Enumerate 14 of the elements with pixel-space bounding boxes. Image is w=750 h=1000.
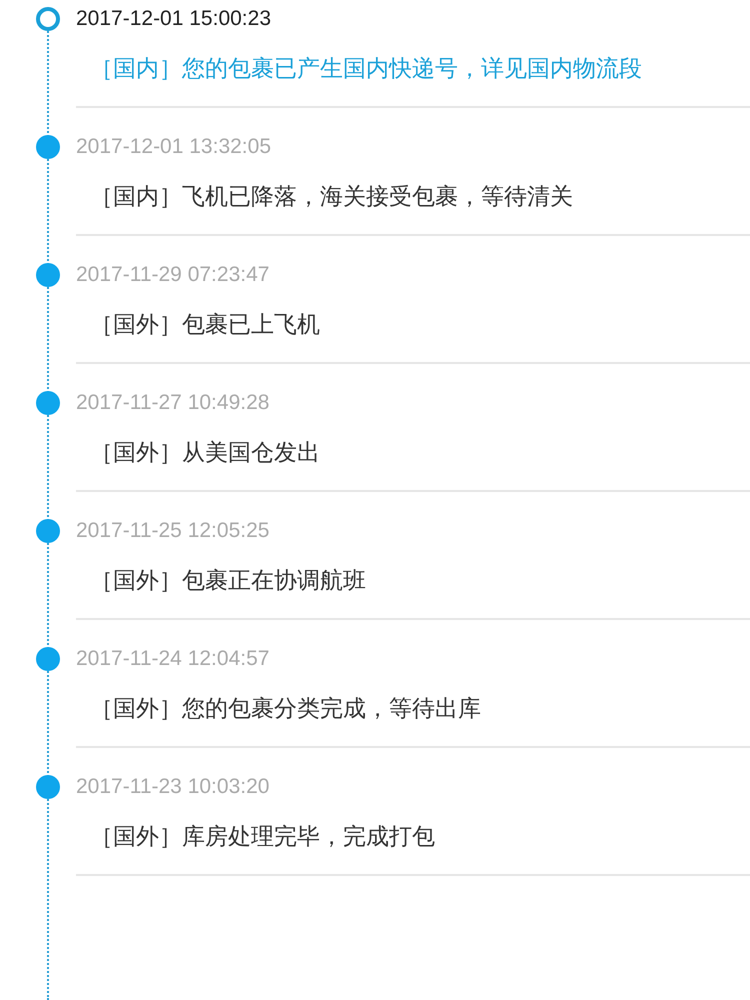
event-description: ［国外］库房处理完毕，完成打包 bbox=[89, 823, 436, 852]
event-time: 2017-11-29 07:23:47 bbox=[76, 262, 270, 288]
event-time: 2017-11-25 12:05:25 bbox=[76, 518, 270, 544]
event-description: ［国外］您的包裹分类完成，等待出库 bbox=[89, 695, 482, 724]
event-description: ［国外］包裹已上飞机 bbox=[89, 311, 321, 340]
event-description: ［国外］包裹正在协调航班 bbox=[89, 567, 367, 596]
event-time: 2017-11-23 10:03:20 bbox=[76, 774, 270, 800]
event-description: ［国外］从美国仓发出 bbox=[89, 439, 321, 468]
event-description: ［国内］您的包裹已产生国内快递号，详见国内物流段 bbox=[89, 55, 643, 84]
event-time: 2017-11-27 10:49:28 bbox=[76, 390, 270, 416]
event-time: 2017-12-01 15:00:23 bbox=[76, 6, 272, 32]
event-description: ［国内］飞机已降落，海关接受包裹，等待清关 bbox=[89, 183, 574, 212]
event-time: 2017-12-01 13:32:05 bbox=[76, 134, 272, 160]
event-time: 2017-11-24 12:04:57 bbox=[76, 646, 270, 672]
